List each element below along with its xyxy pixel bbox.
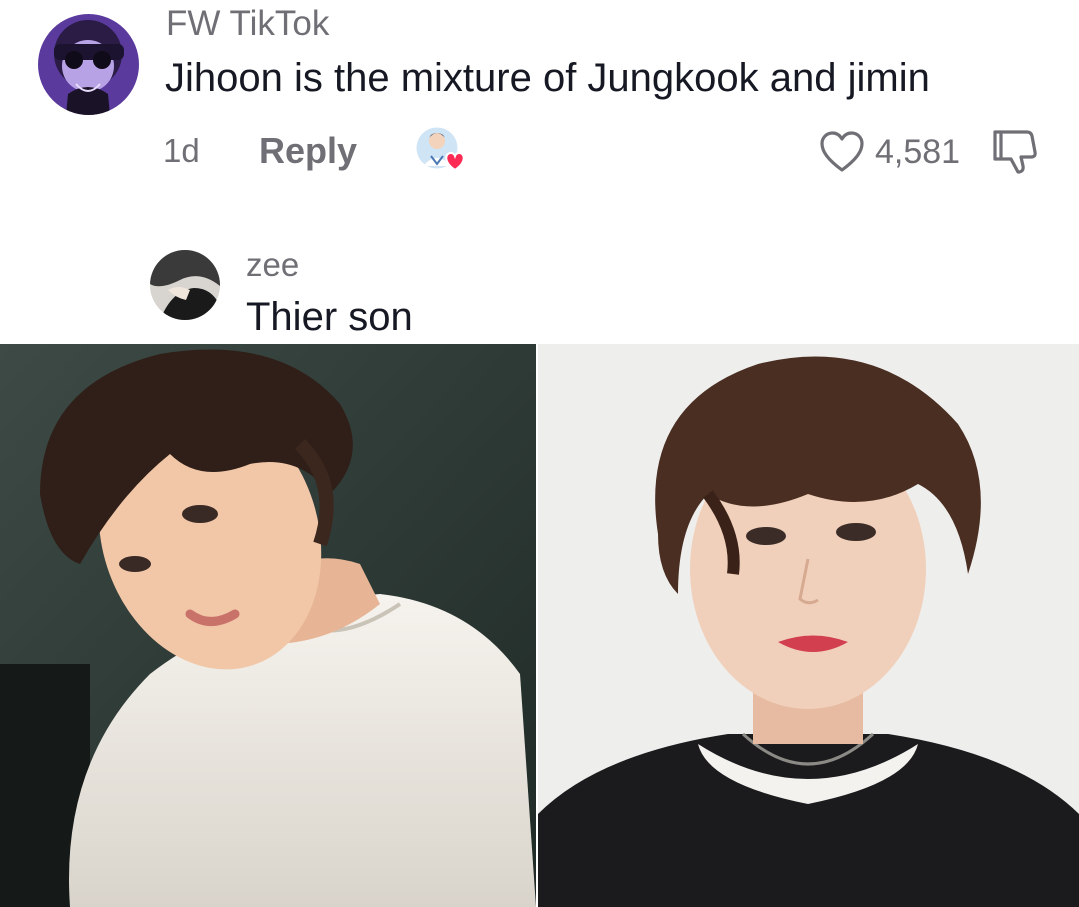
commenter-username[interactable]: FW TikTok (166, 4, 329, 44)
dislike-button[interactable] (991, 126, 1045, 176)
comment-text: Jihoon is the mixture of Jungkook and ji… (165, 56, 930, 100)
attached-photo-left[interactable] (0, 344, 536, 907)
thumbs-down-icon (993, 130, 1037, 174)
commenter-avatar[interactable] (38, 14, 139, 115)
reply-button[interactable]: Reply (259, 130, 357, 172)
like-count: 4,581 (875, 133, 961, 171)
comment-thread: FW TikTok Jihoon is the mixture of Jungk… (0, 0, 1079, 907)
creator-liked-heart-icon (415, 126, 465, 172)
reply-text: Thier son (246, 295, 413, 339)
attached-photo-right[interactable] (538, 344, 1079, 907)
creator-liked-badge (415, 126, 473, 174)
comment-actions-row: 1d Reply 4,581 (163, 126, 1043, 176)
reply-username[interactable]: zee (246, 246, 299, 284)
heart-outline-icon (820, 131, 864, 172)
like-button[interactable]: 4,581 (819, 128, 969, 174)
reply-avatar[interactable] (150, 250, 220, 320)
comment-timestamp: 1d (163, 132, 200, 169)
